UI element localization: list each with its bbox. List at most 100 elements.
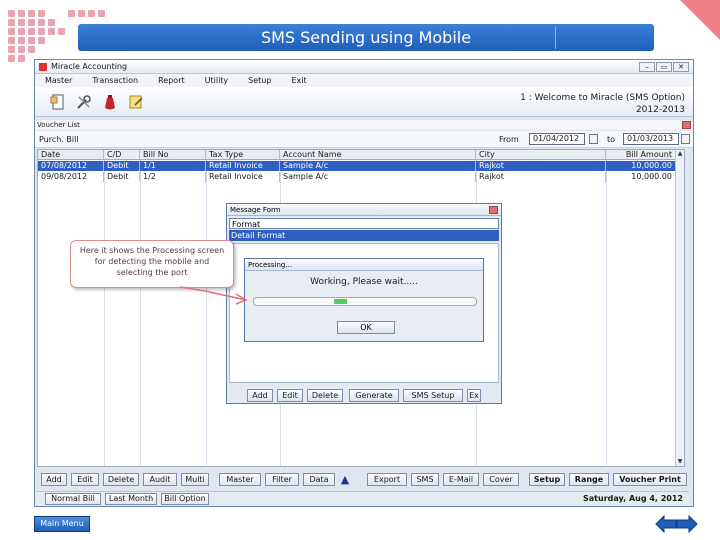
- new-document-icon[interactable]: [49, 93, 67, 111]
- edit-button[interactable]: Edit: [71, 473, 99, 486]
- decorative-dot: [58, 28, 65, 35]
- grid-scrollbar[interactable]: ▲ ▼: [675, 150, 684, 466]
- menu-item-transaction[interactable]: Transaction: [92, 76, 138, 85]
- cell-bill-no: 1/1: [140, 161, 206, 171]
- filter-label: Purch. Bill: [39, 135, 79, 144]
- export-button[interactable]: Export: [367, 473, 407, 486]
- decorative-dot: [78, 10, 85, 17]
- cell-bill-amount: 10,000.00: [606, 172, 676, 182]
- list-item-detail-format[interactable]: Detail Format: [229, 230, 499, 241]
- master-button[interactable]: Master: [219, 473, 261, 486]
- financial-year: 2012-2013: [635, 105, 685, 115]
- cell-tax-type: Retail Invoice: [206, 161, 280, 171]
- decorative-dot: [18, 46, 25, 53]
- scroll-up-icon[interactable]: ▲: [676, 150, 684, 158]
- decorative-dot: [38, 37, 45, 44]
- cell-date: 09/08/2012: [38, 172, 104, 182]
- voucher-print-button[interactable]: Voucher Print: [613, 473, 687, 486]
- cell-bill-amount: 10,000.00: [606, 161, 676, 171]
- normal-bill-button[interactable]: Normal Bill: [45, 493, 101, 505]
- voucher-close-icon[interactable]: [682, 121, 691, 129]
- column-header-bill-no[interactable]: Bill No: [140, 150, 206, 159]
- decorative-dot: [18, 10, 25, 17]
- maximize-icon[interactable]: ▭: [656, 62, 672, 72]
- decorative-dot: [38, 19, 45, 26]
- message-form-title: Message Form: [227, 204, 501, 216]
- email-button[interactable]: E-Mail: [443, 473, 479, 486]
- column-header-tax-type[interactable]: Tax Type: [206, 150, 280, 159]
- column-header-account-name[interactable]: Account Name: [280, 150, 476, 159]
- setup-button[interactable]: Setup: [529, 473, 565, 486]
- main-menu-button[interactable]: Main Menu: [34, 516, 90, 532]
- table-row[interactable]: 09/08/2012 Debit 1/2 Retail Invoice Samp…: [38, 172, 684, 182]
- tools-icon[interactable]: [75, 93, 93, 111]
- cell-cd: Debit: [104, 172, 140, 182]
- list-item-format[interactable]: Format: [229, 218, 499, 229]
- delete-button[interactable]: Delete: [103, 473, 139, 486]
- mf-edit-button[interactable]: Edit: [277, 389, 303, 402]
- right-arrow-icon[interactable]: [676, 515, 698, 533]
- cover-button[interactable]: Cover: [483, 473, 519, 486]
- decorative-dot: [88, 10, 95, 17]
- decorative-dot: [8, 19, 15, 26]
- edit-note-icon[interactable]: [127, 93, 145, 111]
- menu-item-setup[interactable]: Setup: [248, 76, 271, 85]
- mf-exit-button[interactable]: Ex: [467, 389, 481, 402]
- decorative-dot: [28, 37, 35, 44]
- from-date-input[interactable]: 01/04/2012: [529, 133, 585, 145]
- message-form-close-icon[interactable]: [489, 206, 498, 214]
- decorative-dot: [8, 46, 15, 53]
- cell-cd: Debit: [104, 161, 140, 171]
- bill-option-button[interactable]: Bill Option: [161, 493, 209, 505]
- grid-divider: [206, 160, 207, 466]
- slide-title-bar: SMS Sending using Mobile: [78, 24, 654, 51]
- table-row[interactable]: 07/08/2012 Debit 1/1 Retail Invoice Samp…: [38, 161, 684, 171]
- grid-divider: [104, 160, 105, 466]
- processing-title: Processing...: [245, 259, 483, 271]
- mf-delete-button[interactable]: Delete: [307, 389, 343, 402]
- column-header-bill-amount[interactable]: Bill Amount: [606, 150, 676, 159]
- decorative-dot: [28, 10, 35, 17]
- add-button[interactable]: Add: [41, 473, 67, 486]
- status-date: Saturday, Aug 4, 2012: [583, 494, 683, 503]
- left-arrow-icon[interactable]: [655, 515, 677, 533]
- grid-header: Date C/D Bill No Tax Type Account Name C…: [38, 150, 684, 160]
- window-controls: – ▭ ✕: [639, 62, 689, 72]
- close-icon[interactable]: ✕: [673, 62, 689, 72]
- app-window-title: Miracle Accounting: [51, 62, 128, 71]
- from-label: From: [499, 135, 519, 144]
- last-month-button[interactable]: Last Month: [105, 493, 157, 505]
- scroll-down-icon[interactable]: ▼: [676, 458, 684, 466]
- callout-note: Here it shows the Processing screen for …: [70, 240, 234, 288]
- mf-sms-setup-button[interactable]: SMS Setup: [403, 389, 463, 402]
- menu-item-exit[interactable]: Exit: [291, 76, 306, 85]
- sms-button[interactable]: SMS: [411, 473, 439, 486]
- filter-button[interactable]: Filter: [265, 473, 299, 486]
- menu-item-utility[interactable]: Utility: [205, 76, 229, 85]
- minimize-icon[interactable]: –: [639, 62, 655, 72]
- to-date-input[interactable]: 01/03/2013: [623, 133, 679, 145]
- column-header-city[interactable]: City: [476, 150, 606, 159]
- navigate-up-icon[interactable]: ▲: [339, 474, 351, 486]
- voucher-list-header: Voucher List: [35, 120, 693, 130]
- grid-divider: [140, 160, 141, 466]
- range-button[interactable]: Range: [569, 473, 609, 486]
- column-header-date[interactable]: Date: [38, 150, 104, 159]
- decorative-dot: [18, 19, 25, 26]
- decorative-dot: [8, 55, 15, 62]
- column-header-cd[interactable]: C/D: [104, 150, 140, 159]
- from-calendar-icon[interactable]: [589, 134, 598, 144]
- mf-add-button[interactable]: Add: [247, 389, 273, 402]
- audit-button[interactable]: Audit: [143, 473, 177, 486]
- money-bag-icon[interactable]: [101, 93, 119, 111]
- to-calendar-icon[interactable]: [681, 134, 690, 144]
- menu-item-report[interactable]: Report: [158, 76, 185, 85]
- decorative-dot: [48, 28, 55, 35]
- menu-item-master[interactable]: Master: [45, 76, 72, 85]
- ok-button[interactable]: OK: [337, 321, 395, 334]
- data-button[interactable]: Data: [303, 473, 335, 486]
- menu-bar: Master Transaction Report Utility Setup …: [35, 74, 693, 87]
- mf-generate-button[interactable]: Generate: [349, 389, 399, 402]
- slide-title: SMS Sending using Mobile: [260, 28, 472, 47]
- multi-button[interactable]: Multi: [181, 473, 209, 486]
